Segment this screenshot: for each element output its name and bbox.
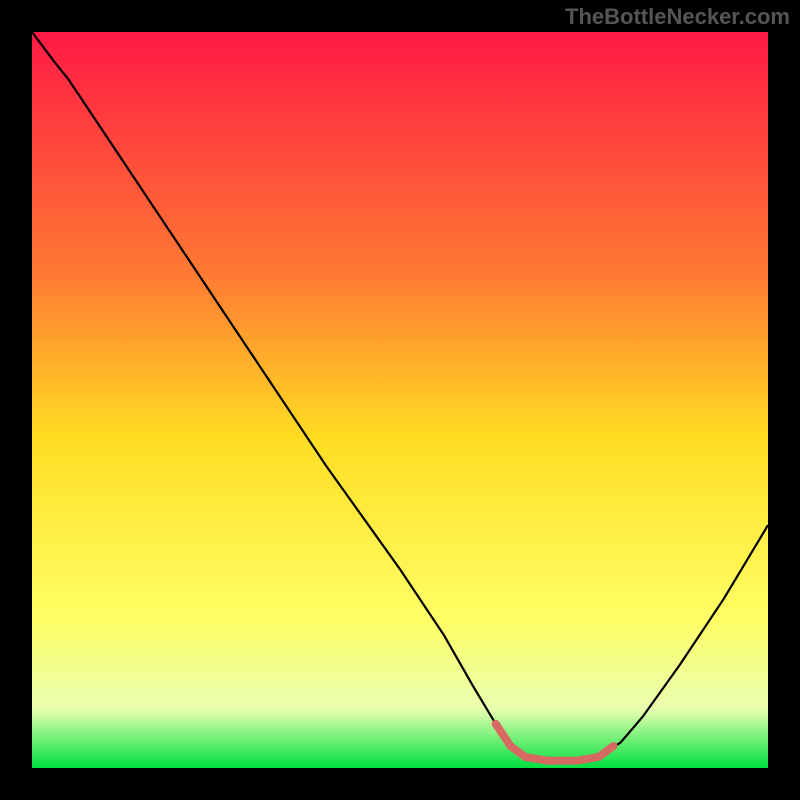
plot-area <box>32 32 768 768</box>
watermark-text: TheBottleNecker.com <box>565 4 790 30</box>
gradient-background <box>32 32 768 768</box>
plot-svg <box>32 32 768 768</box>
chart-container: TheBottleNecker.com <box>0 0 800 800</box>
